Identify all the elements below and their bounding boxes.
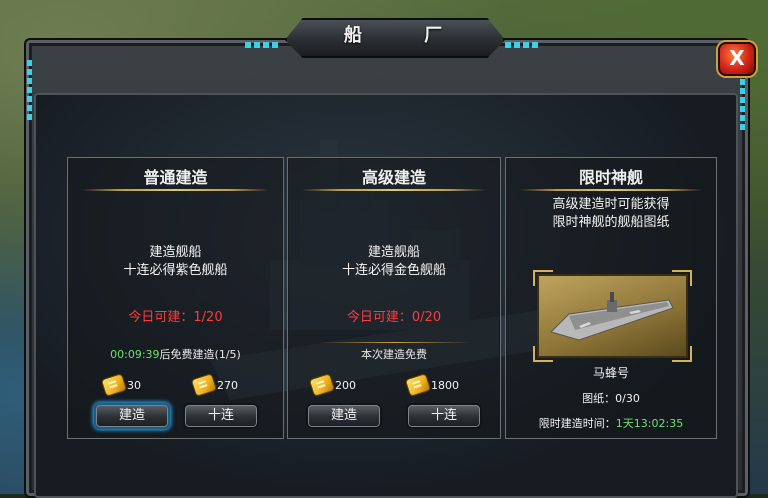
limited-time-label: 限时建造时间： (538, 417, 616, 430)
advanced-build-title: 高级建造 (361, 168, 426, 187)
normal-desc-line1: 建造舰船 (149, 245, 202, 260)
cost-value: 30 (127, 378, 141, 392)
title-divider (82, 189, 269, 191)
normal-build-panel: 普通建造 建造舰船 十连必得紫色舰船 今日可建：1/20 00:09:39后免费… (67, 157, 284, 439)
normal-today-count: 今日可建：1/20 (128, 310, 223, 325)
blueprint-count: 图纸：0/30 (582, 392, 640, 405)
advanced-today-count: 今日可建：0/20 (346, 310, 442, 325)
limited-time: 限时建造时间：1天13:02:35 (506, 415, 716, 431)
close-button[interactable]: X (718, 42, 756, 76)
free-divider (318, 342, 470, 343)
advanced-desc-line2: 十连必得金色舰船 (341, 263, 446, 278)
gold-ticket-icon (192, 374, 216, 396)
timer-value: 00:09:39 (110, 348, 160, 361)
card-corner (672, 270, 692, 286)
window-title: 船 厂 (343, 25, 471, 46)
free-build-timer: 00:09:39后免费建造(1/5) (68, 346, 283, 362)
ship-card[interactable] (533, 270, 692, 362)
gold-ticket-icon (102, 374, 126, 396)
advanced-build-button[interactable]: 建造 (306, 403, 382, 429)
ship-name: 马蜂号 (592, 366, 629, 380)
limited-ship-title: 限时神舰 (578, 168, 643, 187)
normal-build-title: 普通建造 (143, 168, 208, 187)
free-build-notice: 本次建造免费 (361, 348, 427, 361)
cost-value: 1800 (431, 378, 459, 392)
title-divider (302, 189, 486, 191)
title-lights-left (245, 42, 281, 48)
timer-suffix: 后免费建造(1/5) (159, 348, 241, 361)
normal-desc-line2: 十连必得紫色舰船 (123, 263, 228, 278)
normal-ten-cost: 270 (192, 374, 238, 396)
left-frame-lights (27, 60, 32, 120)
advanced-single-cost: 200 (310, 374, 356, 396)
title-divider (520, 189, 702, 191)
advanced-ten-build-button[interactable]: 十连 (406, 403, 482, 429)
title-lights-right (505, 42, 541, 48)
limited-desc-line2: 限时神舰的舰船图纸 (552, 215, 670, 230)
gold-ticket-icon (406, 374, 430, 396)
aircraft-carrier-image (550, 292, 674, 341)
card-corner (533, 270, 553, 286)
cost-value: 200 (335, 378, 356, 392)
gold-ticket-icon (310, 374, 334, 396)
limited-time-value: 1天13:02:35 (615, 417, 684, 430)
normal-single-cost: 30 (102, 374, 141, 396)
normal-ten-build-button[interactable]: 十连 (183, 403, 259, 429)
card-corner (672, 346, 692, 362)
advanced-desc-line1: 建造舰船 (367, 245, 420, 260)
limited-ship-panel: 限时神舰 高级建造时可能获得 限时神舰的舰船图纸 马蜂号 图纸：0/30 限时建… (505, 157, 717, 439)
right-frame-lights (740, 70, 745, 130)
normal-build-button[interactable]: 建造 (94, 403, 170, 429)
card-corner (533, 346, 553, 362)
limited-desc-line1: 高级建造时可能获得 (552, 197, 670, 212)
cost-value: 270 (217, 378, 238, 392)
advanced-ten-cost: 1800 (406, 374, 459, 396)
advanced-build-panel: 高级建造 建造舰船 十连必得金色舰船 今日可建：0/20 本次建造免费 200 … (287, 157, 501, 439)
